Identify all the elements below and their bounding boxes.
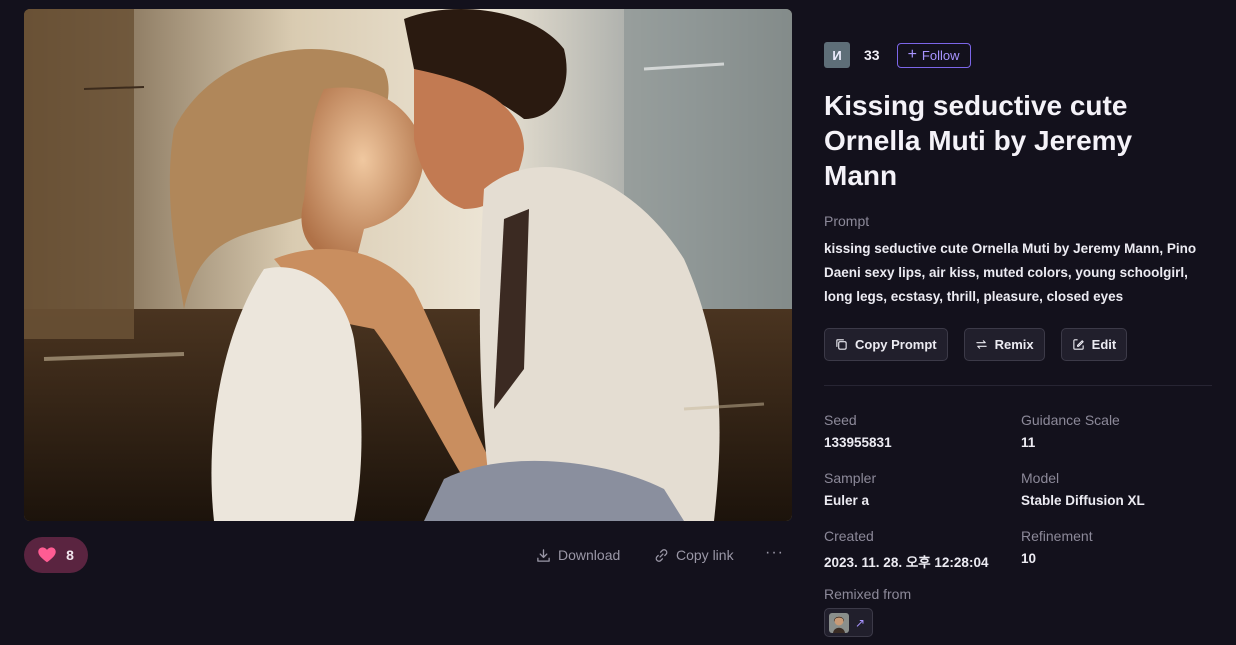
created-value: 2023. 11. 28. 오후 12:28:04 [824, 555, 989, 570]
like-count: 8 [66, 547, 74, 563]
author-count: 33 [864, 47, 880, 63]
copy-link-label: Copy link [676, 547, 734, 563]
external-arrow-icon: ↗ [855, 615, 866, 630]
author-avatar[interactable]: И [824, 42, 850, 68]
seed-value: 133955831 [824, 435, 892, 450]
artwork-painting [24, 9, 792, 521]
remixed-from-link[interactable]: ↗ [824, 608, 873, 637]
author-row: И 33 + Follow [824, 42, 971, 68]
guidance-value: 11 [1021, 435, 1036, 450]
follow-label: Follow [921, 47, 960, 63]
refinement-label: Refinement [1021, 528, 1093, 544]
sampler-field: Sampler Euler a [824, 470, 876, 508]
model-label: Model [1021, 470, 1060, 486]
follow-button[interactable]: + Follow [896, 42, 971, 68]
created-label: Created [824, 528, 874, 544]
copy-link-button[interactable]: Copy link [654, 547, 734, 563]
copy-prompt-button[interactable]: Copy Prompt [824, 328, 948, 361]
seed-field: Seed 133955831 [824, 412, 892, 450]
page-title: Kissing seductive cute Ornella Muti by J… [824, 90, 1133, 191]
prompt-actions: Copy Prompt Remix Edit [824, 328, 1128, 361]
edit-icon [1072, 339, 1084, 350]
model-field: Model Stable Diffusion XL [1021, 470, 1145, 508]
remix-button[interactable]: Remix [963, 328, 1045, 361]
created-field: Created 2023. 11. 28. 오후 12:28:04 [824, 528, 988, 571]
sampler-value: Euler a [824, 493, 870, 508]
edit-label: Edit [1091, 337, 1117, 352]
plus-icon: + [907, 46, 917, 63]
guidance-label: Guidance Scale [1021, 412, 1120, 428]
sampler-label: Sampler [824, 470, 877, 486]
edit-button[interactable]: Edit [1060, 328, 1128, 361]
remix-source-thumbnail [829, 612, 849, 633]
remixed-from-label: Remixed from [824, 586, 912, 602]
prompt-label: Prompt [824, 213, 870, 229]
download-button[interactable]: Download [536, 547, 620, 563]
artwork-image[interactable] [24, 9, 792, 521]
download-label: Download [558, 547, 621, 563]
remix-label: Remix [994, 337, 1034, 352]
remix-icon [975, 340, 987, 349]
more-options-button[interactable]: ··· [765, 544, 784, 562]
heart-icon [38, 547, 56, 563]
copy-icon [836, 339, 847, 350]
download-icon [537, 548, 550, 562]
like-button[interactable]: 8 [24, 537, 88, 573]
more-icon: ··· [765, 544, 784, 561]
guidance-field: Guidance Scale 11 [1021, 412, 1120, 450]
divider [824, 385, 1212, 386]
link-icon [655, 548, 668, 562]
seed-label: Seed [824, 412, 857, 428]
refinement-field: Refinement 10 [1021, 528, 1093, 566]
refinement-value: 10 [1021, 551, 1037, 566]
remixed-from-field: Remixed from [824, 586, 911, 602]
prompt-text: kissing seductive cute Ornella Muti by J… [824, 241, 1197, 304]
copy-prompt-label: Copy Prompt [855, 337, 937, 352]
model-value: Stable Diffusion XL [1021, 493, 1145, 508]
